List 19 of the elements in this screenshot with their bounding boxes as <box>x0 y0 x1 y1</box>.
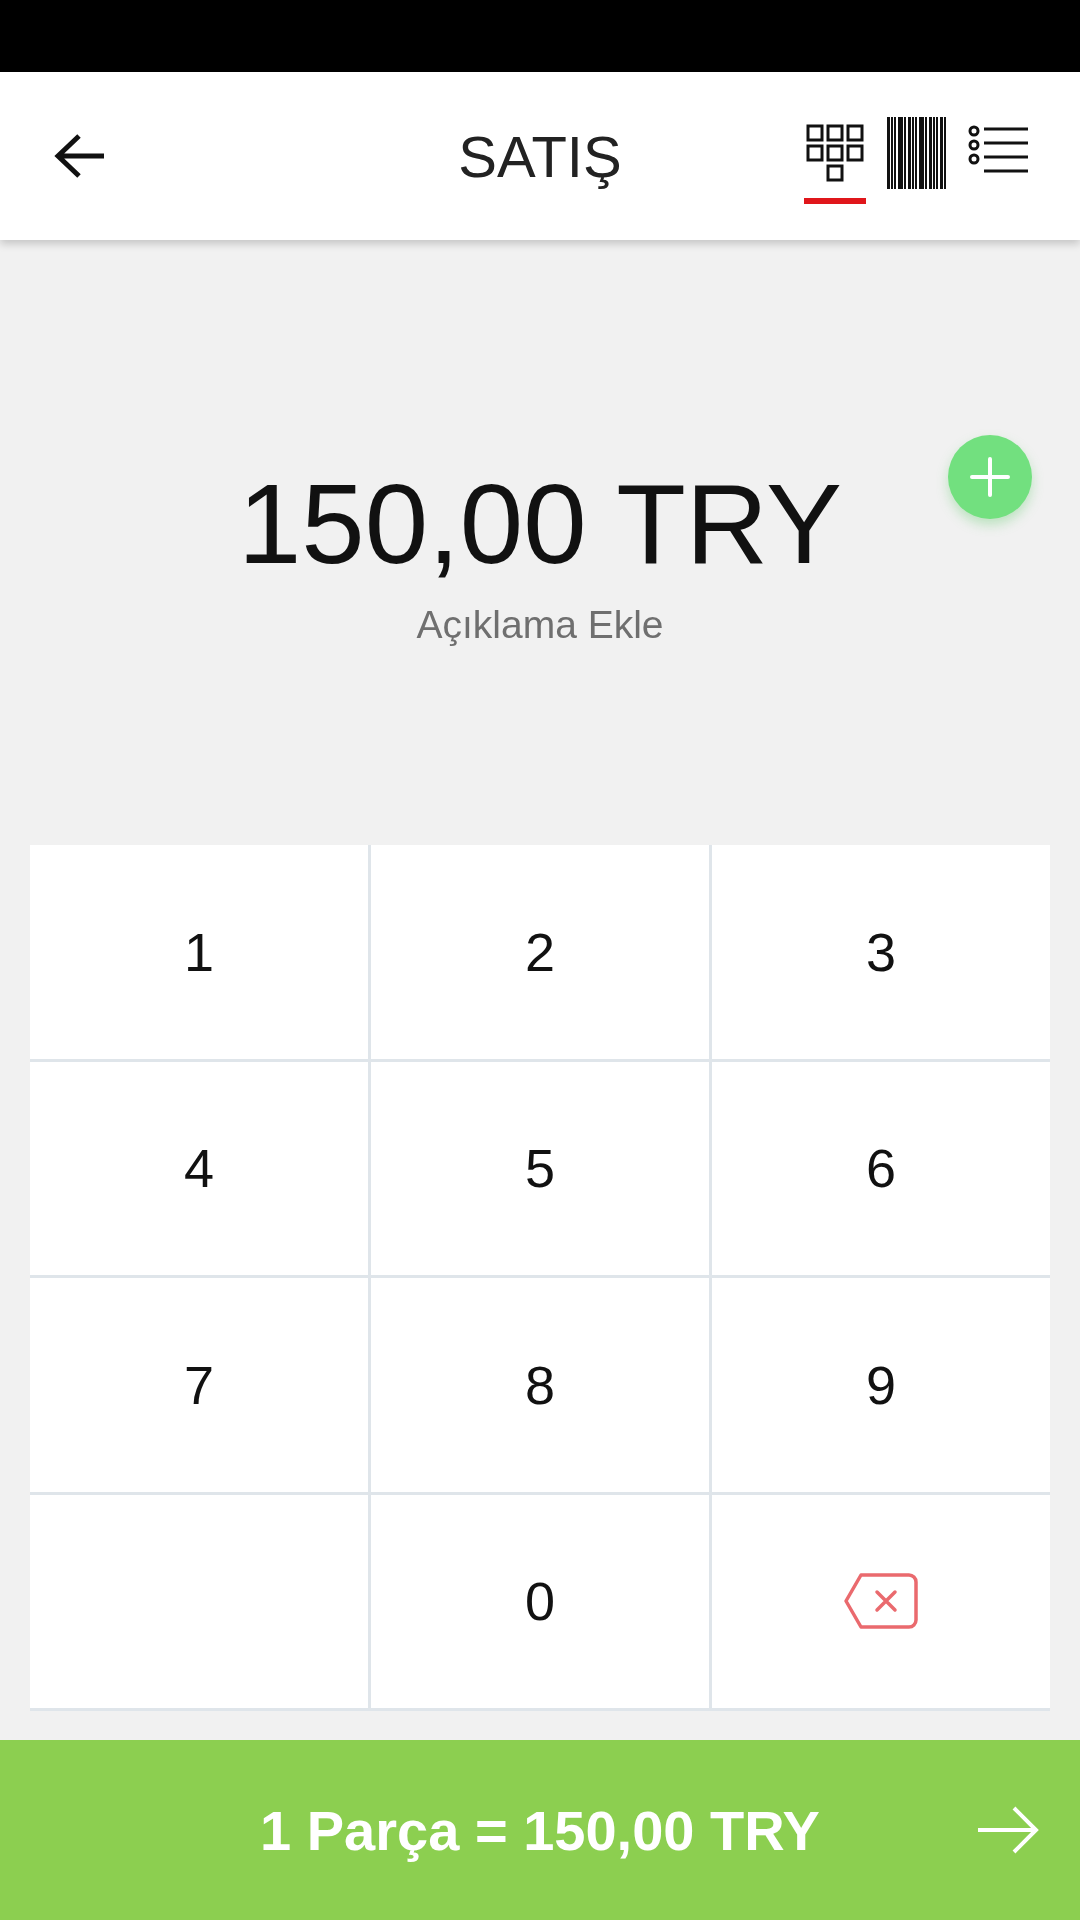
keypad-key[interactable]: 6 <box>712 1061 1050 1275</box>
keypad-key[interactable]: 3 <box>712 845 1050 1059</box>
barcode-icon <box>887 117 947 189</box>
back-arrow-icon <box>54 133 106 179</box>
keypad-key[interactable]: 9 <box>712 1278 1050 1492</box>
screen-title: SATIŞ <box>458 122 622 190</box>
backspace-icon <box>843 1571 919 1632</box>
plus-icon <box>970 457 1010 497</box>
keypad-key[interactable]: 0 <box>371 1494 709 1708</box>
keypad-key[interactable]: 1 <box>30 845 368 1059</box>
keypad-key[interactable]: 8 <box>371 1278 709 1492</box>
keypad-key[interactable]: 2 <box>371 845 709 1059</box>
keypad-key[interactable]: 5 <box>371 1061 709 1275</box>
keypad-icon <box>806 124 864 182</box>
amount-display: 150,00 TRY <box>237 467 843 581</box>
keypad-key[interactable]: 4 <box>30 1061 368 1275</box>
add-description-link[interactable]: Açıklama Ekle <box>416 603 664 647</box>
keypad-key[interactable]: 7 <box>30 1278 368 1492</box>
arrow-right-icon <box>976 1805 1040 1855</box>
